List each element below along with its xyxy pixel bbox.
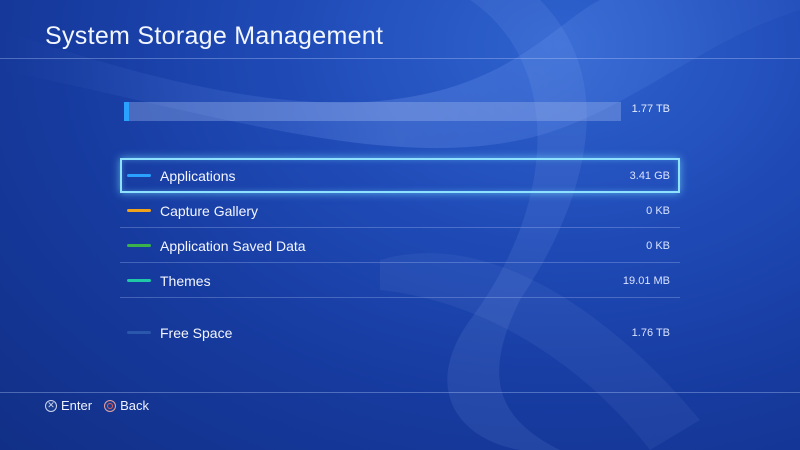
- category-label: Applications: [160, 168, 236, 184]
- category-size: 3.41 GB: [629, 170, 670, 182]
- storage-usage-bar: [124, 102, 621, 121]
- circle-button-icon: [104, 399, 117, 412]
- category-size: 0 KB: [646, 205, 670, 217]
- cross-button-icon: ✕: [45, 399, 57, 412]
- category-row-themes[interactable]: Themes 19.01 MB: [120, 263, 680, 298]
- enter-label: Enter: [61, 398, 93, 413]
- back-hint[interactable]: Back: [104, 398, 149, 413]
- category-row-applications[interactable]: Applications 3.41 GB: [120, 158, 680, 193]
- page-title: System Storage Management: [45, 22, 384, 50]
- category-label: Application Saved Data: [160, 238, 306, 254]
- category-label: Themes: [160, 273, 211, 289]
- themes-color-swatch: [127, 279, 151, 282]
- free-space-color-swatch: [127, 331, 151, 334]
- free-space-label: Free Space: [160, 325, 233, 341]
- storage-category-list: Applications 3.41 GB Capture Gallery 0 K…: [120, 158, 680, 298]
- free-space-size: 1.76 TB: [631, 327, 670, 339]
- category-row-application-saved-data[interactable]: Application Saved Data 0 KB: [120, 228, 680, 263]
- button-hints: ✕ Enter Back: [45, 398, 149, 413]
- free-space-row: Free Space 1.76 TB: [120, 315, 680, 350]
- saved-data-color-swatch: [127, 244, 151, 247]
- applications-color-swatch: [127, 174, 151, 177]
- category-label: Capture Gallery: [160, 203, 259, 219]
- footer-divider: [0, 392, 800, 393]
- back-label: Back: [120, 398, 149, 413]
- category-size: 0 KB: [646, 240, 670, 252]
- storage-usage-fill: [124, 102, 129, 121]
- total-storage-size: 1.77 TB: [631, 103, 670, 115]
- category-size: 19.01 MB: [622, 275, 670, 287]
- capture-gallery-color-swatch: [127, 209, 151, 212]
- category-row-capture-gallery[interactable]: Capture Gallery 0 KB: [120, 193, 680, 228]
- header-divider: [0, 58, 800, 59]
- enter-hint[interactable]: ✕ Enter: [45, 398, 92, 413]
